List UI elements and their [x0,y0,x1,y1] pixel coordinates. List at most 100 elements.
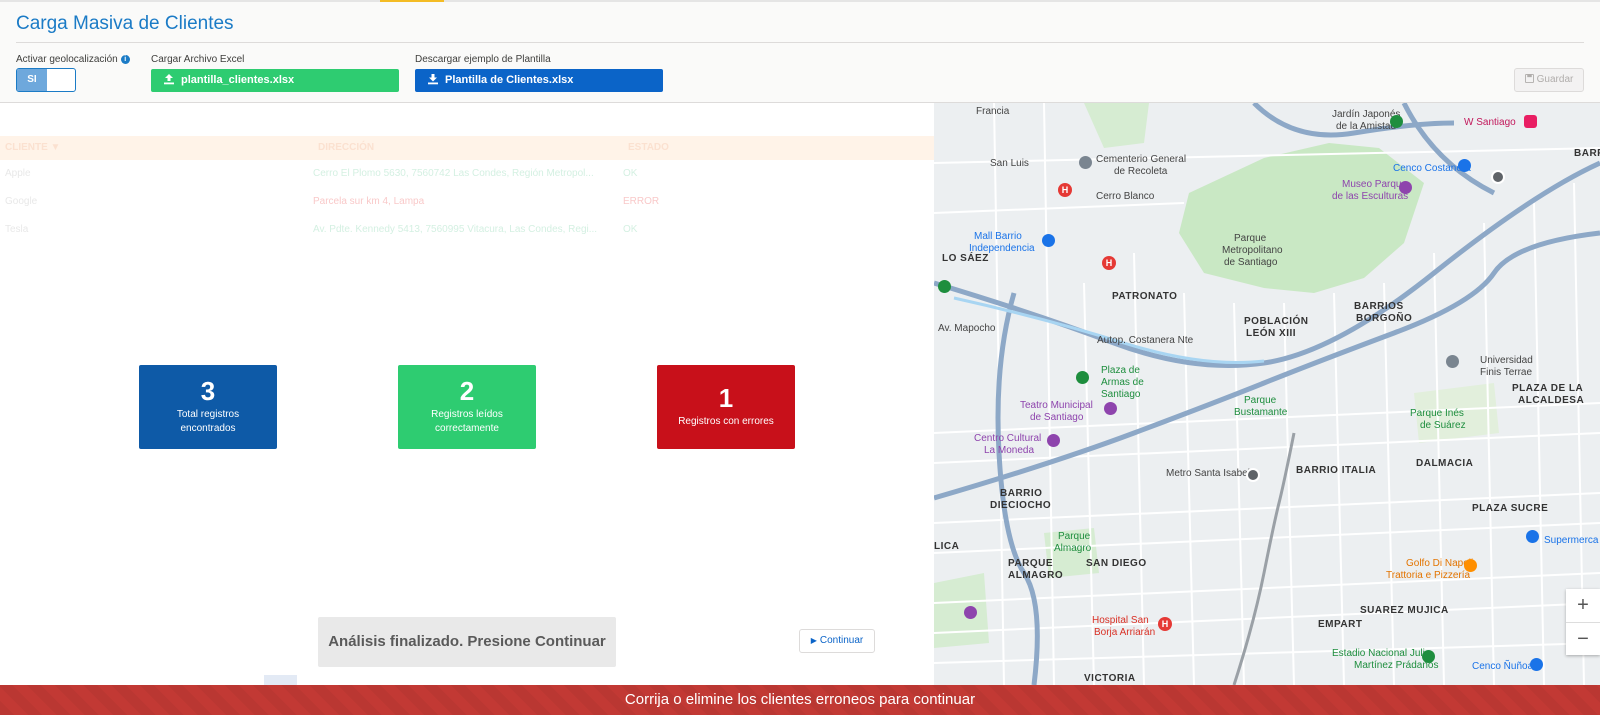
map-label: Teatro Municipal [1020,400,1093,411]
shop-pin-icon[interactable] [1526,530,1539,543]
continue-label: Continuar [819,635,864,646]
cell-cliente: Apple [5,168,31,179]
cell-cliente: Google [5,196,38,207]
download-file-name: Plantilla de Clientes.xlsx [445,74,574,86]
header-divider [16,42,1584,43]
caption-line: encontrados [180,423,236,434]
save-button[interactable]: Guardar [1514,68,1584,92]
geolocation-toggle[interactable]: SI [16,68,76,92]
map-label: BORGOÑO [1356,313,1413,324]
restaurant-pin-icon[interactable] [1464,559,1477,572]
map-label: DIECIOCHO [990,500,1052,511]
map-label: SAN DIEGO [1086,558,1147,569]
map-label: Cementerio General [1096,154,1187,165]
total-records-caption: Total registros encontrados [139,408,277,436]
map-label: Universidad [1480,355,1533,366]
map-label: Almagro [1054,543,1092,554]
col-estado[interactable]: ESTADO [628,136,669,160]
error-records-count: 1 [718,383,734,413]
stadium-pin-icon[interactable] [1422,650,1435,663]
map-label: VICTORIA [1084,673,1136,684]
map-view[interactable]: Francia Jardín Japonés de la Amistad W S… [934,103,1600,685]
map-label: W Santiago [1464,117,1516,128]
hospital-pin-icon[interactable]: H [1058,183,1072,197]
map-label: BARRIOS [1354,301,1404,312]
map-label: de Santiago [1030,412,1084,423]
map-label: Parque Inés [1410,408,1464,419]
zoom-controls: + − [1566,589,1600,655]
save-label: Guardar [1536,74,1574,85]
shopping-pin-icon[interactable] [1458,159,1471,172]
map-label: Autop. Costanera Nte [1097,335,1194,346]
map-label: Centro Cultural [974,433,1042,444]
caption-line: Registros leídos [431,409,503,420]
info-icon[interactable]: i [120,55,130,64]
map-label: Santiago [1101,389,1141,400]
error-records-caption: Registros con errores [678,416,774,427]
museum-pin-icon[interactable] [1047,434,1060,447]
map-label: Trattoria e Pizzería [1386,570,1471,581]
shopping-pin-icon[interactable] [1530,658,1543,671]
table-row[interactable]: Tesla Av. Pdte. Kennedy 5413, 7560995 Vi… [0,216,934,244]
map-label: Borja Arriarán [1094,627,1156,638]
map-label: BARRIO ITALIA [1296,465,1377,476]
results-panel: CLIENTE ▼ DIRECCIÓN ESTADO Apple Cerro E… [0,103,934,685]
map-label: Parque [1058,531,1091,542]
hospital-pin-icon[interactable]: H [1158,617,1172,631]
col-cliente[interactable]: CLIENTE ▼ [5,136,60,160]
ok-records-card: 2 Registros leídos correctamente [398,365,536,449]
map-label: Bustamante [1234,407,1288,418]
map-label: ALCALDESA [1518,395,1585,406]
hospital-pin-icon[interactable]: H [1102,256,1116,270]
zoom-in-button[interactable]: + [1566,589,1600,622]
map-label: Plaza de [1101,365,1140,376]
theater-pin-icon[interactable] [1104,402,1117,415]
map-canvas [934,103,1600,685]
map-label: Finis Terrae [1480,367,1533,378]
map-label: Estadio Nacional Julio [1332,648,1431,659]
geo-label-text: Activar geolocalización [16,54,118,65]
cemetery-pin-icon[interactable] [1079,156,1092,169]
upload-excel-button[interactable]: plantilla_clientes.xlsx [151,69,399,92]
table-row[interactable]: Google Parcela sur km 4, Lampa ERROR [0,188,934,216]
cell-direccion: Parcela sur km 4, Lampa [313,196,425,207]
map-label: POBLACIÓN [1244,316,1309,327]
page-title: Carga Masiva de Clientes [16,13,234,34]
hotel-pin-icon[interactable] [1524,115,1537,128]
attraction-pin-icon[interactable] [964,606,977,619]
pager-indicator[interactable] [264,675,297,685]
col-direccion[interactable]: DIRECCIÓN [318,136,374,160]
park-pin-icon[interactable] [1076,371,1089,384]
map-label: Cenco Ñuñoa [1472,661,1534,672]
floppy-icon [1524,74,1534,83]
total-records-card: 3 Total registros encontrados [139,365,277,449]
cell-estado: OK [623,224,638,235]
ok-records-count: 2 [459,376,475,406]
metro-pin-icon[interactable] [1246,468,1260,482]
map-label: Museo Parque [1342,179,1408,190]
map-label: Hospital San [1092,615,1149,626]
cell-direccion: Av. Pdte. Kennedy 5413, 7560995 Vitacura… [313,224,598,235]
shopping-pin-icon[interactable] [1042,234,1055,247]
park-pin-icon[interactable] [1390,115,1403,128]
map-label: LICA [934,541,960,552]
download-label: Descargar ejemplo de Plantilla [415,54,551,65]
table-row[interactable]: Apple Cerro El Plomo 5630, 7560742 Las C… [0,160,934,188]
map-label: Metropolitano [1222,245,1283,256]
map-label: LEÓN XIII [1246,328,1297,339]
map-label: Mall Barrio [974,231,1022,242]
download-template-button[interactable]: Plantilla de Clientes.xlsx [415,69,663,92]
university-pin-icon[interactable] [1446,355,1459,368]
location-pin-icon[interactable] [1491,170,1505,184]
zoom-out-button[interactable]: − [1566,623,1600,656]
cell-cliente: Tesla [5,224,29,235]
table-header: CLIENTE ▼ DIRECCIÓN ESTADO [0,136,934,160]
continue-button[interactable]: ▶ Continuar [799,629,875,653]
map-label: Supermerca [1544,535,1599,546]
museum-pin-icon[interactable] [1399,181,1412,194]
map-label: PARQUE [1008,558,1054,569]
map-label: La Moneda [984,445,1035,456]
geo-label: Activar geolocalización i [16,54,130,65]
cell-direccion: Cerro El Plomo 5630, 7560742 Las Condes,… [313,168,594,179]
park-pin-icon[interactable] [938,280,951,293]
